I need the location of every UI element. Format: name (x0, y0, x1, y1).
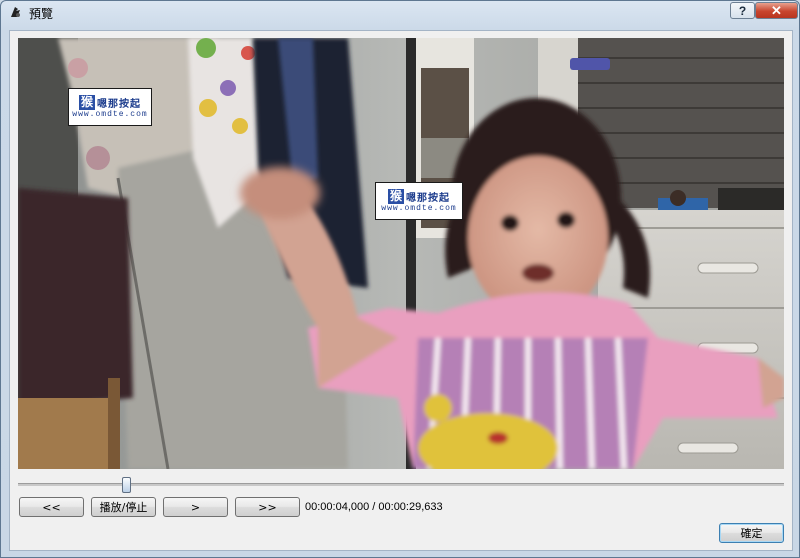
watermark-badge: 猴 (387, 189, 404, 204)
ok-button[interactable]: 確定 (719, 523, 784, 543)
watermark-text: 嗯那按起 (406, 193, 450, 204)
app-icon (11, 7, 20, 17)
watermark-text: 嗯那按起 (97, 99, 141, 110)
step-forward-button[interactable]: > (163, 497, 228, 517)
watermark-logo: 猴 嗯那按起 (78, 95, 141, 110)
seek-slider-thumb[interactable] (122, 477, 131, 493)
watermark-logo: 猴 嗯那按起 (387, 189, 450, 204)
seek-slider[interactable] (18, 477, 784, 493)
watermark-center: 猴 嗯那按起 www.omdte.com (375, 182, 463, 220)
watermark-top-left: 猴 嗯那按起 www.omdte.com (68, 88, 152, 126)
watermark-url: www.omdte.com (72, 110, 148, 119)
play-stop-button[interactable]: 播放/停止 (91, 497, 156, 517)
watermark-badge: 猴 (78, 95, 95, 110)
fast-forward-button[interactable]: >> (235, 497, 300, 517)
preview-window: 預覽 ? ✕ 猴 嗯那按起 www.omdte.com 猴 嗯那按起 www.o… (0, 0, 800, 558)
rewind-button[interactable]: << (19, 497, 84, 517)
close-button[interactable]: ✕ (755, 2, 798, 19)
window-title: 預覽 (29, 7, 54, 21)
dialog-client-area: 猴 嗯那按起 www.omdte.com 猴 嗯那按起 www.omdte.co… (9, 30, 793, 551)
watermark-url: www.omdte.com (381, 204, 457, 213)
timecode-readout: 00:00:04,000 / 00:00:29,633 (305, 501, 443, 513)
help-button[interactable]: ? (730, 2, 755, 19)
video-preview[interactable]: 猴 嗯那按起 www.omdte.com 猴 嗯那按起 www.omdte.co… (18, 38, 784, 469)
seek-slider-track[interactable] (18, 483, 784, 486)
title-bar[interactable]: 預覽 ? ✕ (1, 1, 799, 23)
